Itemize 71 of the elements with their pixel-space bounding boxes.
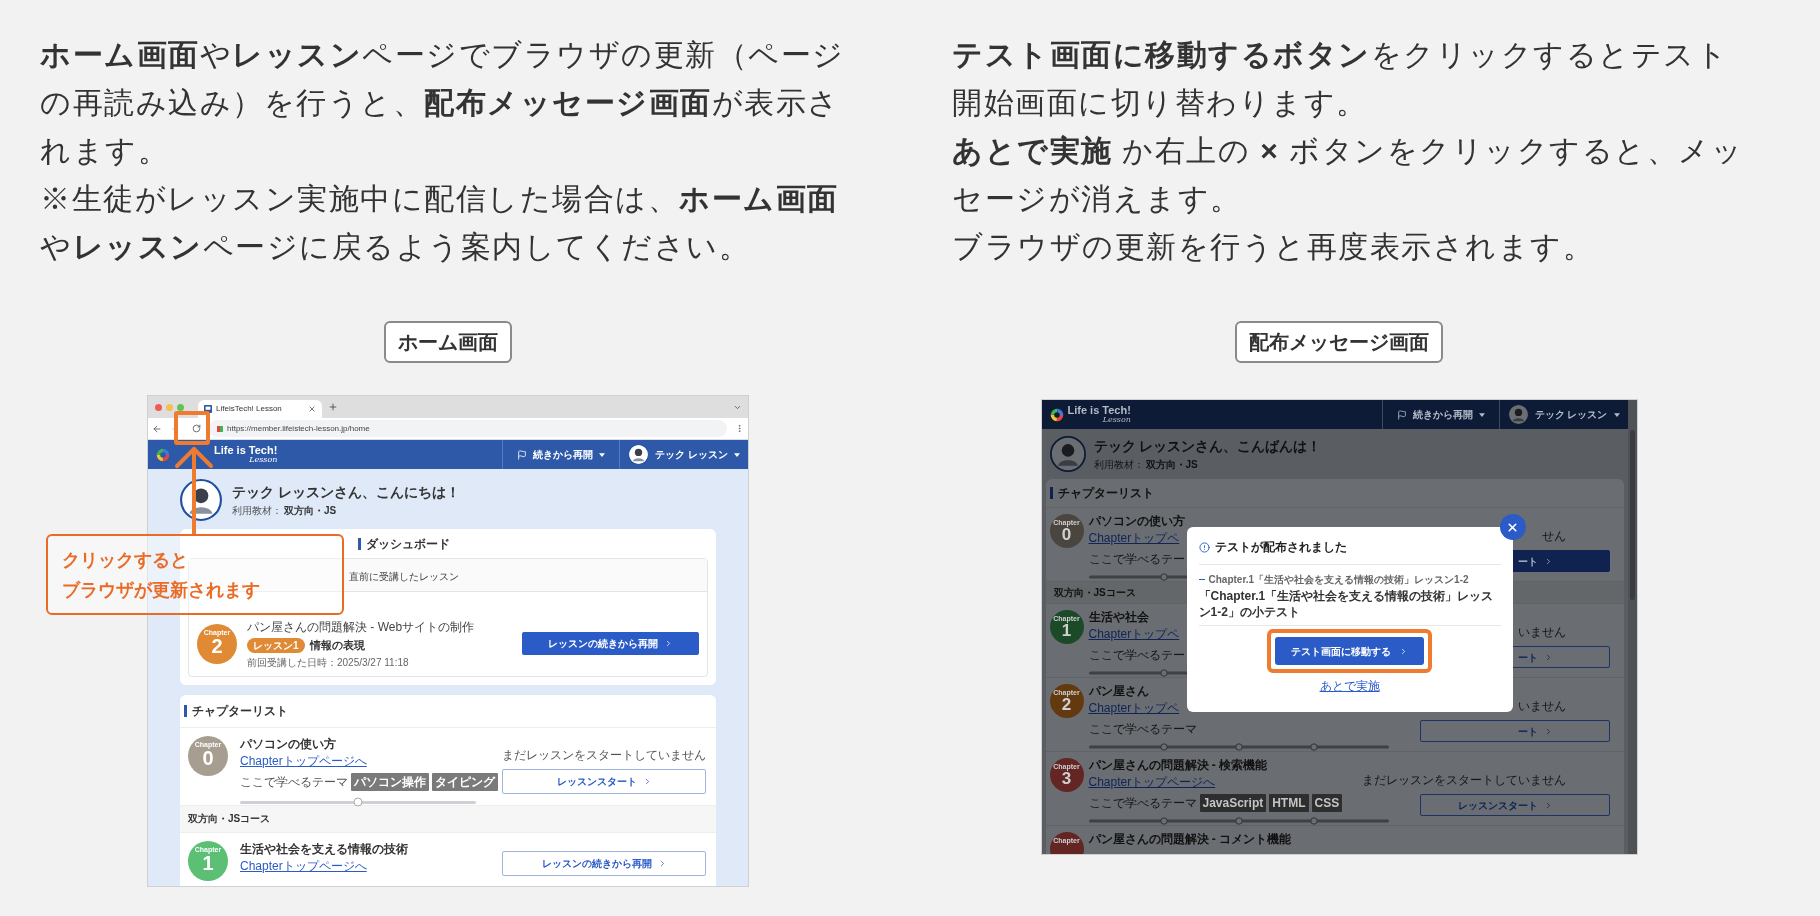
lesson-title: 情報の表現 bbox=[309, 638, 365, 653]
theme-label: ここで学べるテー bbox=[1088, 647, 1185, 664]
recent-lesson-heading: 直前に受講したレッスン bbox=[349, 571, 459, 582]
resume-button[interactable]: 続きから再開 bbox=[502, 440, 620, 469]
lesson-status: いません bbox=[1517, 698, 1567, 715]
chapter-number: 2 bbox=[1061, 696, 1072, 713]
theme-tag: パソコン操作 bbox=[351, 772, 429, 791]
lesson-button[interactable]: レッスンスタート bbox=[502, 768, 706, 794]
screen-caption: 配布メッセージ画面 bbox=[1235, 321, 1443, 363]
greeting-title: テック レッスンさん、こんばんは！ bbox=[1093, 437, 1322, 456]
section-heading: チャプターリスト bbox=[1057, 485, 1154, 502]
continue-lesson-button[interactable]: レッスンの続きから再開 bbox=[522, 632, 699, 656]
start-test-button[interactable]: テスト画面に移動する bbox=[1275, 637, 1424, 665]
material-label: 利用教材： bbox=[232, 504, 282, 518]
lesson-badge: レッスン1 bbox=[247, 637, 305, 653]
instruction-paragraph: ホーム画面やレッスンページでブラウザの更新（ページの再読み込み）を行うと、配布メッセージ画面が表示されます。 bbox=[40, 37, 846, 169]
theme-label: ここで学べるテーマ bbox=[240, 773, 348, 791]
chapter-number: 0 bbox=[1061, 526, 1072, 543]
section-heading: ダッシュボード bbox=[366, 536, 450, 553]
chapter-title: 生活や社会を支える情報の技術 bbox=[240, 840, 408, 857]
chapter-title: パン屋さんの問題解決 - コメント機能 bbox=[1088, 832, 1292, 847]
section-heading: チャプターリスト bbox=[192, 702, 288, 720]
theme-tag: CSS bbox=[1311, 794, 1343, 812]
last-access-date: 前回受講した日時：2025/3/27 11:18 bbox=[247, 655, 409, 670]
logo-title: Life is Tech! bbox=[1067, 405, 1131, 416]
course-name: 双方向・JSコース bbox=[1053, 586, 1136, 600]
chapter-title: パソコンの使い方 bbox=[1088, 514, 1185, 529]
resume-button[interactable]: 続きから再開 bbox=[1381, 400, 1499, 429]
material-name: 双方向・JS bbox=[1145, 458, 1198, 472]
chapter-number: 1 bbox=[1061, 622, 1072, 639]
callout-text: クリックすると bbox=[62, 548, 188, 571]
chapter-top-link[interactable]: Chapterトップページへ bbox=[240, 751, 367, 770]
chapter-number: 3 bbox=[1061, 770, 1072, 787]
address-field[interactable]: https://member.lifeistech-lesson.jp/home bbox=[209, 420, 727, 437]
logo-title: Life is Tech! bbox=[214, 445, 278, 456]
do-later-link[interactable]: あとで実施 bbox=[1319, 677, 1380, 695]
instruction-paragraph: あとで実施 か右上の × ボタンをクリックすると、メッセージが消えます。 bbox=[952, 133, 1745, 217]
instruction-paragraph: ※生徒がレッスン実施中に配信した場合は、ホーム画面やレッスンページに戻るよう案内してください。 bbox=[40, 181, 840, 265]
theme-tag: JavaScript bbox=[1199, 794, 1267, 812]
chapter-title: パン屋さん bbox=[1088, 684, 1149, 699]
material-name: 双方向・JS bbox=[284, 504, 337, 518]
instruction-paragraph: ブラウザの更新を行うと再度表示されます。 bbox=[952, 229, 1595, 265]
chapter-top-link[interactable]: Chapterトップページへ bbox=[240, 856, 367, 875]
theme-label: ここで学べるテーマ bbox=[1088, 795, 1197, 812]
user-menu-button[interactable]: テック レッスン bbox=[1498, 400, 1628, 429]
chapter-title: パソコンの使い方 bbox=[240, 735, 336, 752]
test-subtitle: Chapter.1「生活や社会を支える情報の技術」レッスン1-2 bbox=[1208, 573, 1469, 587]
theme-label: ここで学べるテーマ bbox=[1088, 721, 1197, 738]
screen-caption: ホーム画面 bbox=[384, 321, 512, 363]
test-heading: 「Chapter.1「生活や社会を支える情報の技術」レッスン1-2」の小テスト bbox=[1198, 588, 1495, 620]
chapter-title: パン屋さんの問題解決 - 検索機能 bbox=[1088, 758, 1268, 773]
instruction-paragraph: テスト画面に移動するボタンをクリックするとテスト開始画面に切り替わります。 bbox=[952, 37, 1729, 121]
lesson-status: せん bbox=[1541, 528, 1567, 545]
modal-title: テストが配布されました bbox=[1214, 539, 1347, 556]
theme-tag: HTML bbox=[1269, 794, 1309, 812]
lesson-status: いません bbox=[1517, 624, 1567, 641]
theme-label: ここで学べるテー bbox=[1088, 551, 1185, 568]
user-menu-button[interactable]: テック レッスン bbox=[619, 440, 748, 469]
material-label: 利用教材： bbox=[1093, 458, 1144, 472]
course-name: 双方向・JSコース bbox=[188, 812, 271, 826]
lesson-status: まだレッスンをスタートしていません bbox=[1361, 772, 1567, 789]
chapter-title: 生活や社会 bbox=[1088, 610, 1149, 625]
greeting-title: テック レッスンさん、こんにちは！ bbox=[232, 483, 460, 502]
browser-tab[interactable]: LifeisTech! Lesson bbox=[198, 400, 322, 418]
logo-subtitle: Lesson bbox=[249, 456, 278, 464]
theme-tag: タイピング bbox=[432, 772, 498, 791]
callout-text: ブラウザが更新されます bbox=[62, 578, 260, 601]
logo-subtitle: Lesson bbox=[1102, 416, 1131, 424]
lesson-status: まだレッスンをスタートしていません bbox=[502, 746, 706, 764]
lesson-button[interactable]: レッスンの続きから再開 bbox=[502, 850, 706, 876]
course-title: パン屋さんの問題解決 - Webサイトの制作 bbox=[247, 619, 475, 636]
